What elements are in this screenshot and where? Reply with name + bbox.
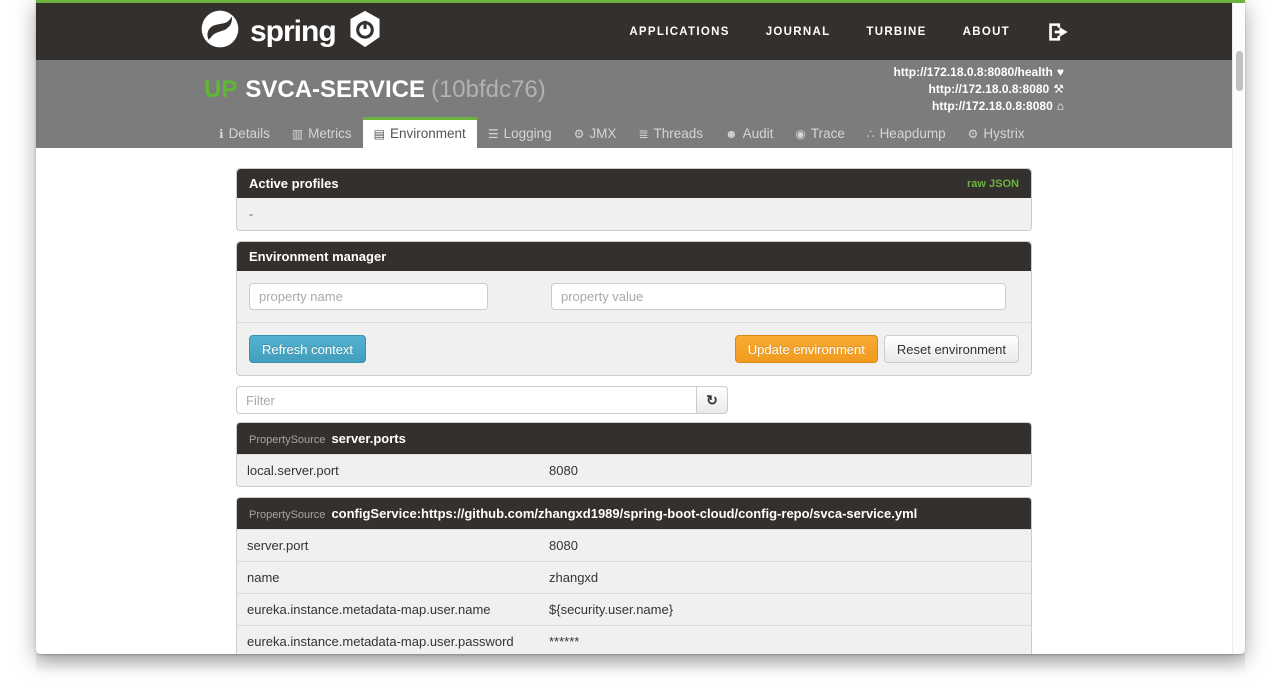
- property-source-name: configService:https://github.com/zhangxd…: [331, 506, 918, 521]
- property-value-input[interactable]: [551, 283, 1006, 310]
- tab-details[interactable]: ℹ Details: [208, 117, 281, 148]
- nav-items: APPLICATIONS JOURNAL TURBINE ABOUT: [629, 19, 1072, 45]
- service-name: SVCA-SERVICE: [245, 76, 425, 103]
- list-alt-icon: ▤: [373, 126, 386, 141]
- application-header: UP SVCA-SERVICE (10bfdc76) http://172.18.0…: [36, 60, 1232, 148]
- nav-item-journal[interactable]: JOURNAL: [766, 26, 831, 38]
- table-row: name zhangxd: [237, 561, 1031, 593]
- property-source-table-config-service: PropertySource configService:https://git…: [236, 497, 1032, 654]
- brand-text: spring: [250, 14, 337, 48]
- sliders-icon: ☰: [487, 126, 499, 141]
- window-shadow: [36, 654, 1245, 674]
- nav-item-about[interactable]: ABOUT: [963, 26, 1010, 38]
- tab-trace[interactable]: ◉ Trace: [784, 117, 856, 148]
- info-icon: ℹ: [219, 126, 224, 141]
- tab-bar: ℹ Details ▥ Metrics ▤ Environment ☰ Logg…: [208, 117, 1036, 148]
- update-environment-button[interactable]: Update environment: [734, 335, 878, 363]
- gears-icon: ⚙: [573, 126, 585, 141]
- eye-icon: ◉: [795, 126, 806, 141]
- property-name-input[interactable]: [249, 283, 488, 310]
- instance-links: http://172.18.0.8:8080/health ♥ http://1…: [893, 64, 1064, 115]
- property-source-table-server-ports: PropertySource server.ports local.server…: [236, 422, 1032, 487]
- filter-input[interactable]: [236, 386, 697, 414]
- service-url-link[interactable]: http://172.18.0.8:8080 ⌂: [893, 98, 1064, 115]
- environment-content: Active profiles raw JSON - Environment m…: [36, 148, 1232, 654]
- table-row: local.server.port 8080: [237, 454, 1031, 486]
- table-row: eureka.instance.metadata-map.user.name $…: [237, 593, 1031, 625]
- browser-window: spring APPLICATIONS JOURNAL TURBINE ABOU…: [36, 0, 1245, 654]
- environment-manager-title: Environment manager: [249, 249, 387, 264]
- status-badge: UP: [204, 76, 238, 103]
- nav-item-turbine[interactable]: TURBINE: [866, 26, 926, 38]
- page-main: spring APPLICATIONS JOURNAL TURBINE ABOU…: [36, 3, 1232, 654]
- gear-icon: ⚙: [967, 126, 979, 141]
- share-alt-icon: ∴: [866, 126, 875, 141]
- navbar: spring APPLICATIONS JOURNAL TURBINE ABOU…: [36, 3, 1232, 60]
- active-profiles-panel: Active profiles raw JSON -: [236, 168, 1032, 231]
- active-profiles-title: Active profiles: [249, 176, 339, 191]
- raw-json-link[interactable]: raw JSON: [967, 178, 1019, 190]
- logout-icon[interactable]: [1046, 19, 1072, 45]
- page-title: UP SVCA-SERVICE (10bfdc76): [204, 76, 546, 104]
- health-url-link[interactable]: http://172.18.0.8:8080/health ♥: [893, 64, 1064, 81]
- refresh-icon[interactable]: ↻: [697, 386, 728, 414]
- tab-heapdump[interactable]: ∴ Heapdump: [856, 117, 957, 148]
- property-source-name: server.ports: [331, 431, 406, 446]
- tab-jmx[interactable]: ⚙ JMX: [563, 117, 628, 148]
- table-row: server.port 8080: [237, 529, 1031, 561]
- tab-hystrix[interactable]: ⚙ Hystrix: [957, 117, 1036, 148]
- spring-brand[interactable]: spring: [200, 9, 384, 54]
- home-icon: ⌂: [1056, 99, 1064, 113]
- tab-metrics[interactable]: ▥ Metrics: [281, 117, 363, 148]
- tab-threads[interactable]: ≣ Threads: [627, 117, 714, 148]
- table-row: eureka.instance.metadata-map.user.passwo…: [237, 625, 1031, 654]
- filter-group: ↻: [236, 386, 1032, 414]
- scrollbar-thumb[interactable]: [1236, 51, 1243, 91]
- tab-logging[interactable]: ☰ Logging: [477, 117, 563, 148]
- wrench-icon: ⚒: [1053, 82, 1064, 96]
- tab-audit[interactable]: ☻ Audit: [714, 117, 784, 148]
- refresh-context-button[interactable]: Refresh context: [249, 335, 367, 363]
- reset-environment-button[interactable]: Reset environment: [883, 335, 1019, 363]
- management-url-link[interactable]: http://172.18.0.8:8080 ⚒: [893, 81, 1065, 98]
- heartbeat-icon: ♥: [1056, 65, 1064, 79]
- instance-id: (10bfdc76): [430, 76, 546, 103]
- spring-leaf-icon: [200, 9, 240, 54]
- nav-item-applications[interactable]: APPLICATIONS: [629, 26, 729, 38]
- active-profiles-content: -: [249, 207, 253, 221]
- scrollbar-track[interactable]: [1232, 3, 1245, 654]
- environment-manager-panel: Environment manager Refresh context Upda…: [236, 241, 1032, 376]
- tab-environment[interactable]: ▤ Environment: [362, 117, 477, 148]
- user-circle-icon: ☻: [725, 126, 738, 141]
- bar-chart-icon: ▥: [291, 126, 304, 141]
- list-icon: ≣: [638, 126, 649, 141]
- spring-boot-icon: [346, 9, 384, 54]
